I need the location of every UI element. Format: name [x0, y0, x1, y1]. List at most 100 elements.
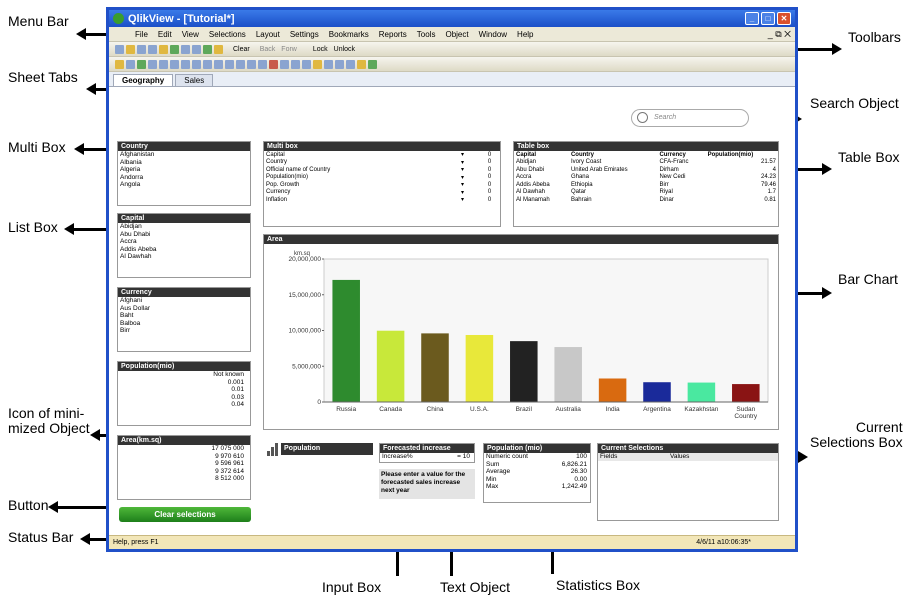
table-box[interactable]: Table box Capital Country Currency Popul…: [513, 141, 779, 227]
menu-layout[interactable]: Layout: [256, 30, 280, 39]
capital-listbox[interactable]: Capital Abidjan Abu Dhabi Accra Addis Ab…: [117, 213, 251, 278]
open-icon[interactable]: [126, 44, 135, 54]
column-header[interactable]: Currency: [657, 151, 705, 159]
help-icon[interactable]: [214, 44, 223, 54]
menu-tools[interactable]: Tools: [417, 30, 436, 39]
table-row[interactable]: Accra Ghana New Cedi 24.23: [514, 174, 778, 182]
area-listbox[interactable]: Area(km.sq) 17 075 000 9 970 610 9 596 9…: [117, 435, 251, 500]
input-box[interactable]: Forecasted increase Increase% = 10: [379, 443, 475, 463]
design-icon[interactable]: [203, 59, 212, 69]
lock-button[interactable]: Lock: [313, 46, 328, 53]
column-header[interactable]: Country: [569, 151, 657, 159]
design-icon[interactable]: [148, 59, 157, 69]
bookmark-icon[interactable]: [203, 44, 212, 54]
design-icon[interactable]: [192, 59, 201, 69]
list-item[interactable]: 0.01: [118, 386, 250, 394]
menu-object[interactable]: Object: [445, 30, 468, 39]
statistics-box[interactable]: Population (mio) Numeric count 100 Sum 6,8…: [483, 443, 591, 503]
multi-box[interactable]: Multi box Capital ▾ 0 Country ▾ 0 Official n…: [263, 141, 501, 227]
table-row[interactable]: Addis Abeba Ethiopia Birr 79.46: [514, 181, 778, 189]
table-row[interactable]: Currency ▾ 0: [264, 189, 500, 197]
list-item[interactable]: Abu Dhabi: [118, 231, 250, 239]
close-window-button[interactable]: ✕: [777, 12, 791, 25]
list-item[interactable]: 17 075 000: [118, 445, 250, 453]
list-item[interactable]: Accra: [118, 238, 250, 246]
list-item[interactable]: 0.04: [118, 401, 250, 409]
list-item[interactable]: Afghani: [118, 297, 250, 305]
design-icon[interactable]: [126, 59, 135, 69]
menu-help[interactable]: Help: [517, 30, 533, 39]
input-row[interactable]: Increase% = 10: [380, 453, 474, 461]
table-row[interactable]: Al Manamah Bahrain Dinar 0.81: [514, 196, 778, 204]
forward-button[interactable]: Forw: [281, 46, 297, 53]
list-item[interactable]: Angola: [118, 181, 250, 189]
unlock-button[interactable]: Unlock: [334, 46, 355, 53]
list-item[interactable]: Aus Dollar: [118, 305, 250, 313]
menu-file[interactable]: File: [135, 30, 148, 39]
tab-sales[interactable]: Sales: [175, 74, 214, 86]
save-icon[interactable]: [137, 44, 146, 54]
menu-window[interactable]: Window: [479, 30, 507, 39]
search-object[interactable]: Search: [631, 109, 749, 127]
country-listbox[interactable]: Country Afghanistan Albania Algeria Ando…: [117, 141, 251, 206]
table-row[interactable]: Abu Dhabi United Arab Emirates Dirham 4: [514, 166, 778, 174]
menu-selections[interactable]: Selections: [209, 30, 246, 39]
list-item[interactable]: Al Dawhah: [118, 253, 250, 261]
list-item[interactable]: Balboa: [118, 320, 250, 328]
design-icon[interactable]: [236, 59, 245, 69]
population-listbox[interactable]: Population(mio) Not known 0.001 0.01 0.0…: [117, 361, 251, 426]
design-icon[interactable]: [181, 59, 190, 69]
design-icon[interactable]: [335, 59, 344, 69]
dropdown-icon[interactable]: ▾: [459, 159, 479, 167]
list-item[interactable]: Birr: [118, 327, 250, 335]
list-item[interactable]: 9 596 961: [118, 460, 250, 468]
design-icon[interactable]: [324, 59, 333, 69]
dropdown-icon[interactable]: ▾: [459, 151, 479, 159]
table-row[interactable]: Inflation ▾ 0: [264, 196, 500, 204]
list-item[interactable]: 0.03: [118, 394, 250, 402]
list-item[interactable]: 9 970 610: [118, 453, 250, 461]
redo-icon[interactable]: [192, 44, 201, 54]
tab-geography[interactable]: Geography: [113, 74, 174, 86]
list-item[interactable]: Abidjan: [118, 223, 250, 231]
list-item[interactable]: Afghanistan: [118, 151, 250, 159]
undo-icon[interactable]: [181, 44, 190, 54]
back-button[interactable]: Back: [260, 46, 276, 53]
design-icon[interactable]: [258, 59, 267, 69]
minimize-window-button[interactable]: _: [745, 12, 759, 25]
table-row[interactable]: Abidjan Ivory Coast CFA-Franc 21.57: [514, 159, 778, 167]
edit-script-icon[interactable]: [159, 44, 168, 54]
design-icon[interactable]: [214, 59, 223, 69]
currency-listbox[interactable]: Currency Afghani Aus Dollar Baht Balboa …: [117, 287, 251, 352]
list-item[interactable]: 8 512 000: [118, 475, 250, 483]
design-icon[interactable]: [357, 59, 366, 69]
dropdown-icon[interactable]: ▾: [459, 196, 479, 204]
maximize-window-button[interactable]: □: [761, 12, 775, 25]
design-icon[interactable]: [346, 59, 355, 69]
list-item[interactable]: 9 372 614: [118, 468, 250, 476]
menu-view[interactable]: View: [182, 30, 199, 39]
design-icon[interactable]: [368, 59, 377, 69]
table-row[interactable]: Al Dawhah Qatar Riyal 1.7: [514, 189, 778, 197]
list-item[interactable]: Addis Abeba: [118, 246, 250, 254]
column-header[interactable]: Capital: [514, 151, 569, 159]
bar-chart[interactable]: Area km.sq 0 5,000,000 10,000,000 15,000,000…: [263, 234, 779, 430]
reload-icon[interactable]: [170, 44, 179, 54]
dropdown-icon[interactable]: ▾: [459, 166, 479, 174]
table-row[interactable]: Population(mio) ▾ 0: [264, 174, 500, 182]
menu-bookmarks[interactable]: Bookmarks: [329, 30, 369, 39]
table-row[interactable]: Country ▾ 0: [264, 159, 500, 167]
design-icon[interactable]: [269, 59, 278, 69]
design-icon[interactable]: [302, 59, 311, 69]
input-field-value[interactable]: = 10: [457, 453, 474, 461]
new-icon[interactable]: [115, 44, 124, 54]
design-icon[interactable]: [313, 59, 322, 69]
dropdown-icon[interactable]: ▾: [459, 189, 479, 197]
table-row[interactable]: Official name of Country ▾ 0: [264, 166, 500, 174]
dropdown-icon[interactable]: ▾: [459, 174, 479, 182]
design-icon[interactable]: [170, 59, 179, 69]
column-header[interactable]: Population(mio): [706, 151, 778, 159]
dropdown-icon[interactable]: ▾: [459, 181, 479, 189]
print-icon[interactable]: [148, 44, 157, 54]
list-item[interactable]: Not known: [118, 371, 250, 379]
